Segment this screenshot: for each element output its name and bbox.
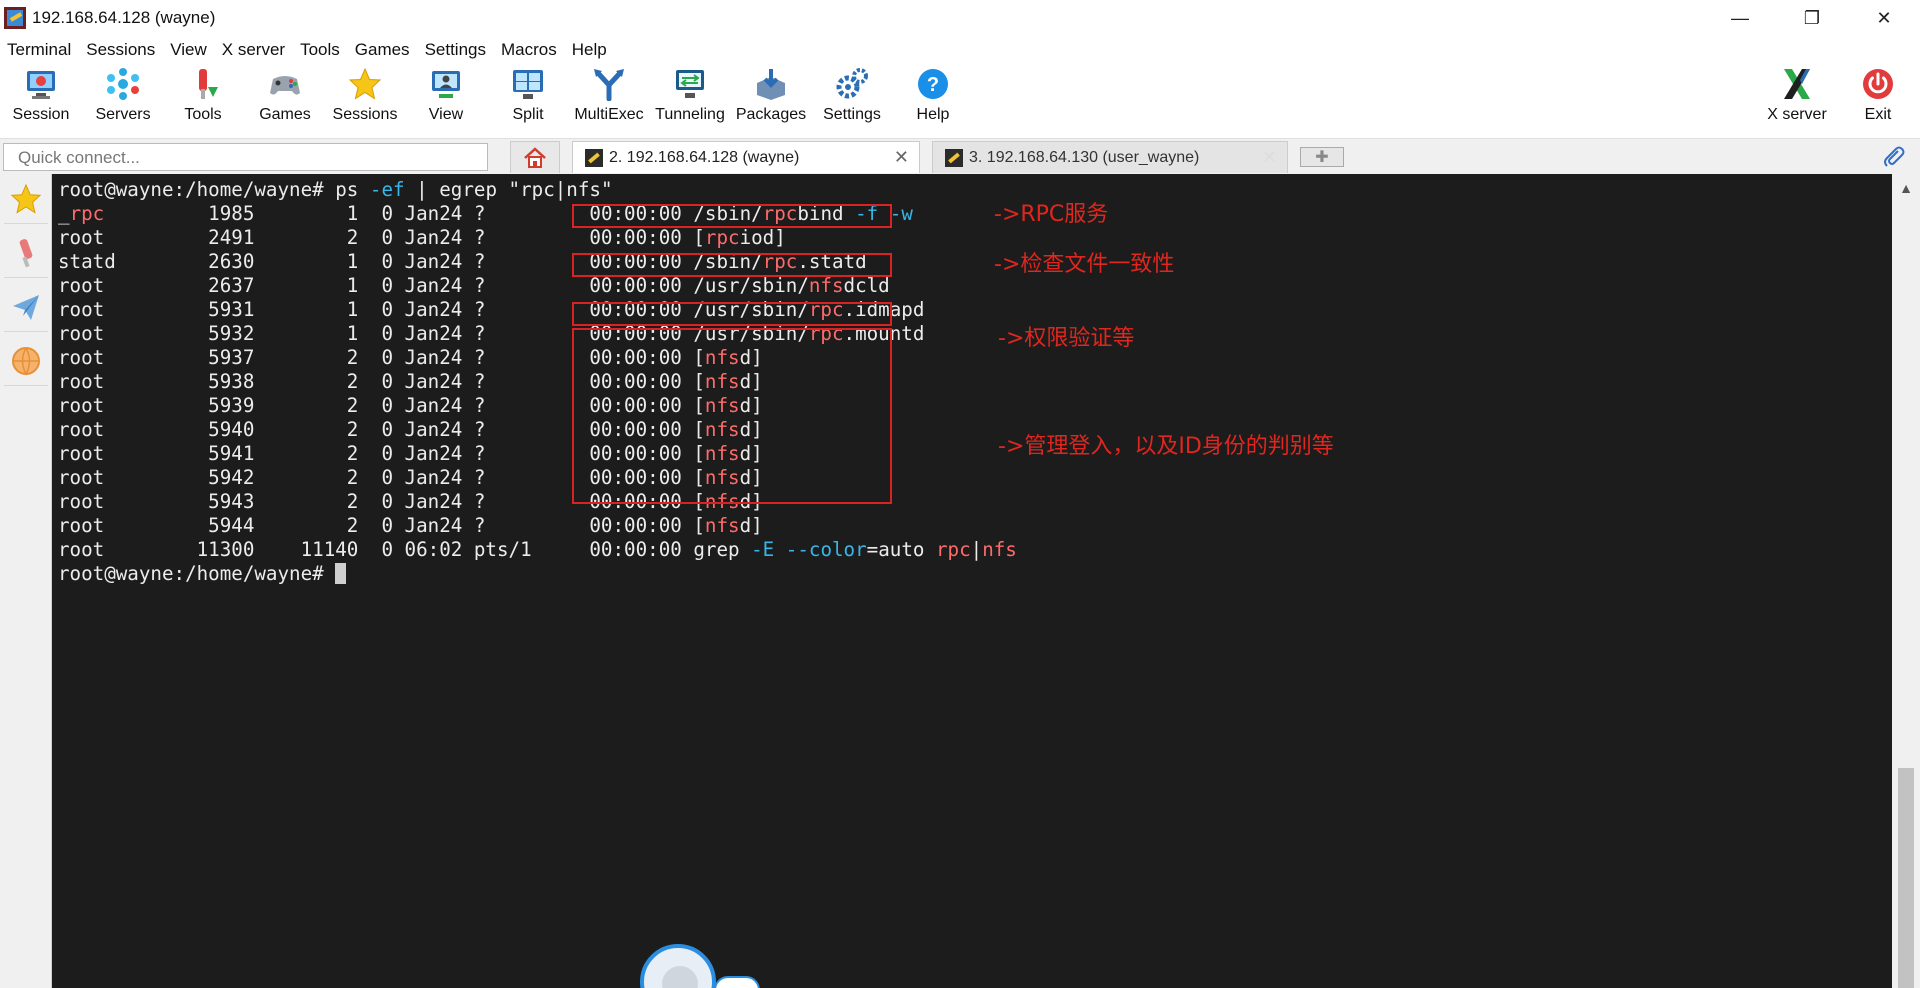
xserver-button[interactable]: X server <box>1757 66 1837 130</box>
minimize-button[interactable]: — <box>1704 0 1776 36</box>
tab-close-icon[interactable]: ✕ <box>894 147 909 168</box>
home-tab[interactable] <box>510 141 560 173</box>
process-row: root 2637 1 0 Jan24 ? 00:00:00 /usr/sbin… <box>58 274 890 297</box>
mobaxterm-logo-icon <box>4 7 26 29</box>
menu-games[interactable]: Games <box>348 40 418 60</box>
key-icon <box>585 148 603 167</box>
process-row: root 5944 2 0 Jan24 ? 00:00:00 [nfsd] <box>58 514 763 537</box>
tab-bar: Quick connect... 2. 192.168.64.128 (wayn… <box>0 138 1920 174</box>
new-tab-button[interactable]: ✚ <box>1300 147 1344 167</box>
attach-icon[interactable] <box>1882 145 1906 175</box>
window-controls: — ❐ ✕ <box>1704 0 1920 36</box>
tab-label: 2. 192.168.64.128 (wayne) <box>609 148 800 166</box>
menu-settings[interactable]: Settings <box>418 40 494 60</box>
svg-text:?: ? <box>927 74 939 96</box>
process-row: root 2491 2 0 Jan24 ? 00:00:00 [rpciod] <box>58 226 786 249</box>
highlight-rpcbind <box>572 204 892 228</box>
title-bar: 192.168.64.128 (wayne) — ❐ ✕ <box>0 0 1920 36</box>
menu-tools[interactable]: Tools <box>293 40 348 60</box>
session-button[interactable]: Session <box>1 66 81 130</box>
close-button[interactable]: ✕ <box>1848 0 1920 36</box>
annotation-statd: ->检查文件一致性 <box>994 252 1175 277</box>
sessions-button[interactable]: Sessions <box>325 66 405 130</box>
sidebar-sftp-button[interactable] <box>4 282 48 332</box>
tools-icon <box>19 238 33 267</box>
annotation-rpc-service: ->RPC服务 <box>994 202 1109 227</box>
globe-icon <box>12 346 40 376</box>
tools-button[interactable]: Tools <box>163 66 243 130</box>
star-icon <box>10 183 42 214</box>
tunneling-icon <box>672 66 708 102</box>
tab-session-3[interactable]: 3. 192.168.64.130 (user_wayne) ✕ <box>932 141 1288 173</box>
star-icon <box>347 66 383 102</box>
key-icon <box>945 148 963 167</box>
split-button[interactable]: Split <box>488 66 568 130</box>
exit-button[interactable]: Exit <box>1838 66 1918 130</box>
menu-bar: Terminal Sessions View X server Tools Ga… <box>0 36 1920 64</box>
menu-help[interactable]: Help <box>565 40 615 60</box>
quick-connect-input[interactable]: Quick connect... <box>3 143 488 171</box>
packages-button[interactable]: Packages <box>731 66 811 130</box>
terminal-screen[interactable]: root@wayne:/home/wayne# ps -ef | egrep "… <box>52 174 1892 988</box>
packages-icon <box>753 66 789 102</box>
maximize-button[interactable]: ❐ <box>1776 0 1848 36</box>
servers-button[interactable]: Servers <box>83 66 163 130</box>
sidebar-macros-button[interactable] <box>4 336 48 386</box>
menu-view[interactable]: View <box>163 40 215 60</box>
xserver-icon <box>1779 66 1815 102</box>
home-icon <box>524 146 546 168</box>
multiexec-button[interactable]: MultiExec <box>569 66 649 130</box>
sidebar-sessions-button[interactable] <box>4 174 48 224</box>
tools-icon <box>185 66 221 102</box>
view-button[interactable]: View <box>406 66 486 130</box>
games-button[interactable]: Games <box>245 66 325 130</box>
scrollbar-thumb[interactable] <box>1898 768 1914 988</box>
menu-macros[interactable]: Macros <box>494 40 565 60</box>
toolbar: Session Servers Tools Games Sessions Vie… <box>0 64 1920 132</box>
paper-plane-icon <box>13 294 39 320</box>
tab-session-2[interactable]: 2. 192.168.64.128 (wayne) ✕ <box>572 141 920 173</box>
terminal-cursor <box>335 563 347 584</box>
menu-xserver[interactable]: X server <box>215 40 293 60</box>
left-sidebar <box>0 174 52 988</box>
help-button[interactable]: ? Help <box>893 66 973 130</box>
multiexec-icon <box>591 66 627 102</box>
power-icon <box>1860 66 1896 102</box>
tunneling-button[interactable]: Tunneling <box>650 66 730 130</box>
highlight-statd <box>572 253 892 277</box>
menu-terminal[interactable]: Terminal <box>0 40 79 60</box>
chevron-up-icon[interactable]: ▲ <box>1892 178 1920 198</box>
highlight-nfsd <box>572 328 892 504</box>
settings-button[interactable]: Settings <box>812 66 892 130</box>
session-icon <box>23 66 59 102</box>
highlight-mountd <box>572 302 892 326</box>
menu-sessions[interactable]: Sessions <box>79 40 163 60</box>
process-row: root 11300 11140 0 06:02 pts/1 00:00:00 … <box>58 538 1017 561</box>
sidebar-tools-button[interactable] <box>4 228 48 278</box>
tab-close-icon[interactable]: ✕ <box>1262 147 1277 168</box>
terminal-scrollbar[interactable]: ▲ <box>1892 174 1920 988</box>
tab-label: 3. 192.168.64.130 (user_wayne) <box>969 148 1200 166</box>
view-icon <box>428 66 464 102</box>
gear-icon <box>834 66 870 102</box>
annotation-nfsd: ->管理登入，以及ID身份的判别等 <box>998 434 1334 459</box>
annotation-mountd: ->权限验证等 <box>998 326 1135 351</box>
window-title: 192.168.64.128 (wayne) <box>32 8 216 27</box>
gamepad-icon <box>267 66 303 102</box>
servers-icon <box>105 66 141 102</box>
help-icon: ? <box>915 66 951 102</box>
split-icon <box>510 66 546 102</box>
chat-bubble-icon[interactable] <box>714 976 760 988</box>
plus-icon: ✚ <box>1315 149 1329 166</box>
